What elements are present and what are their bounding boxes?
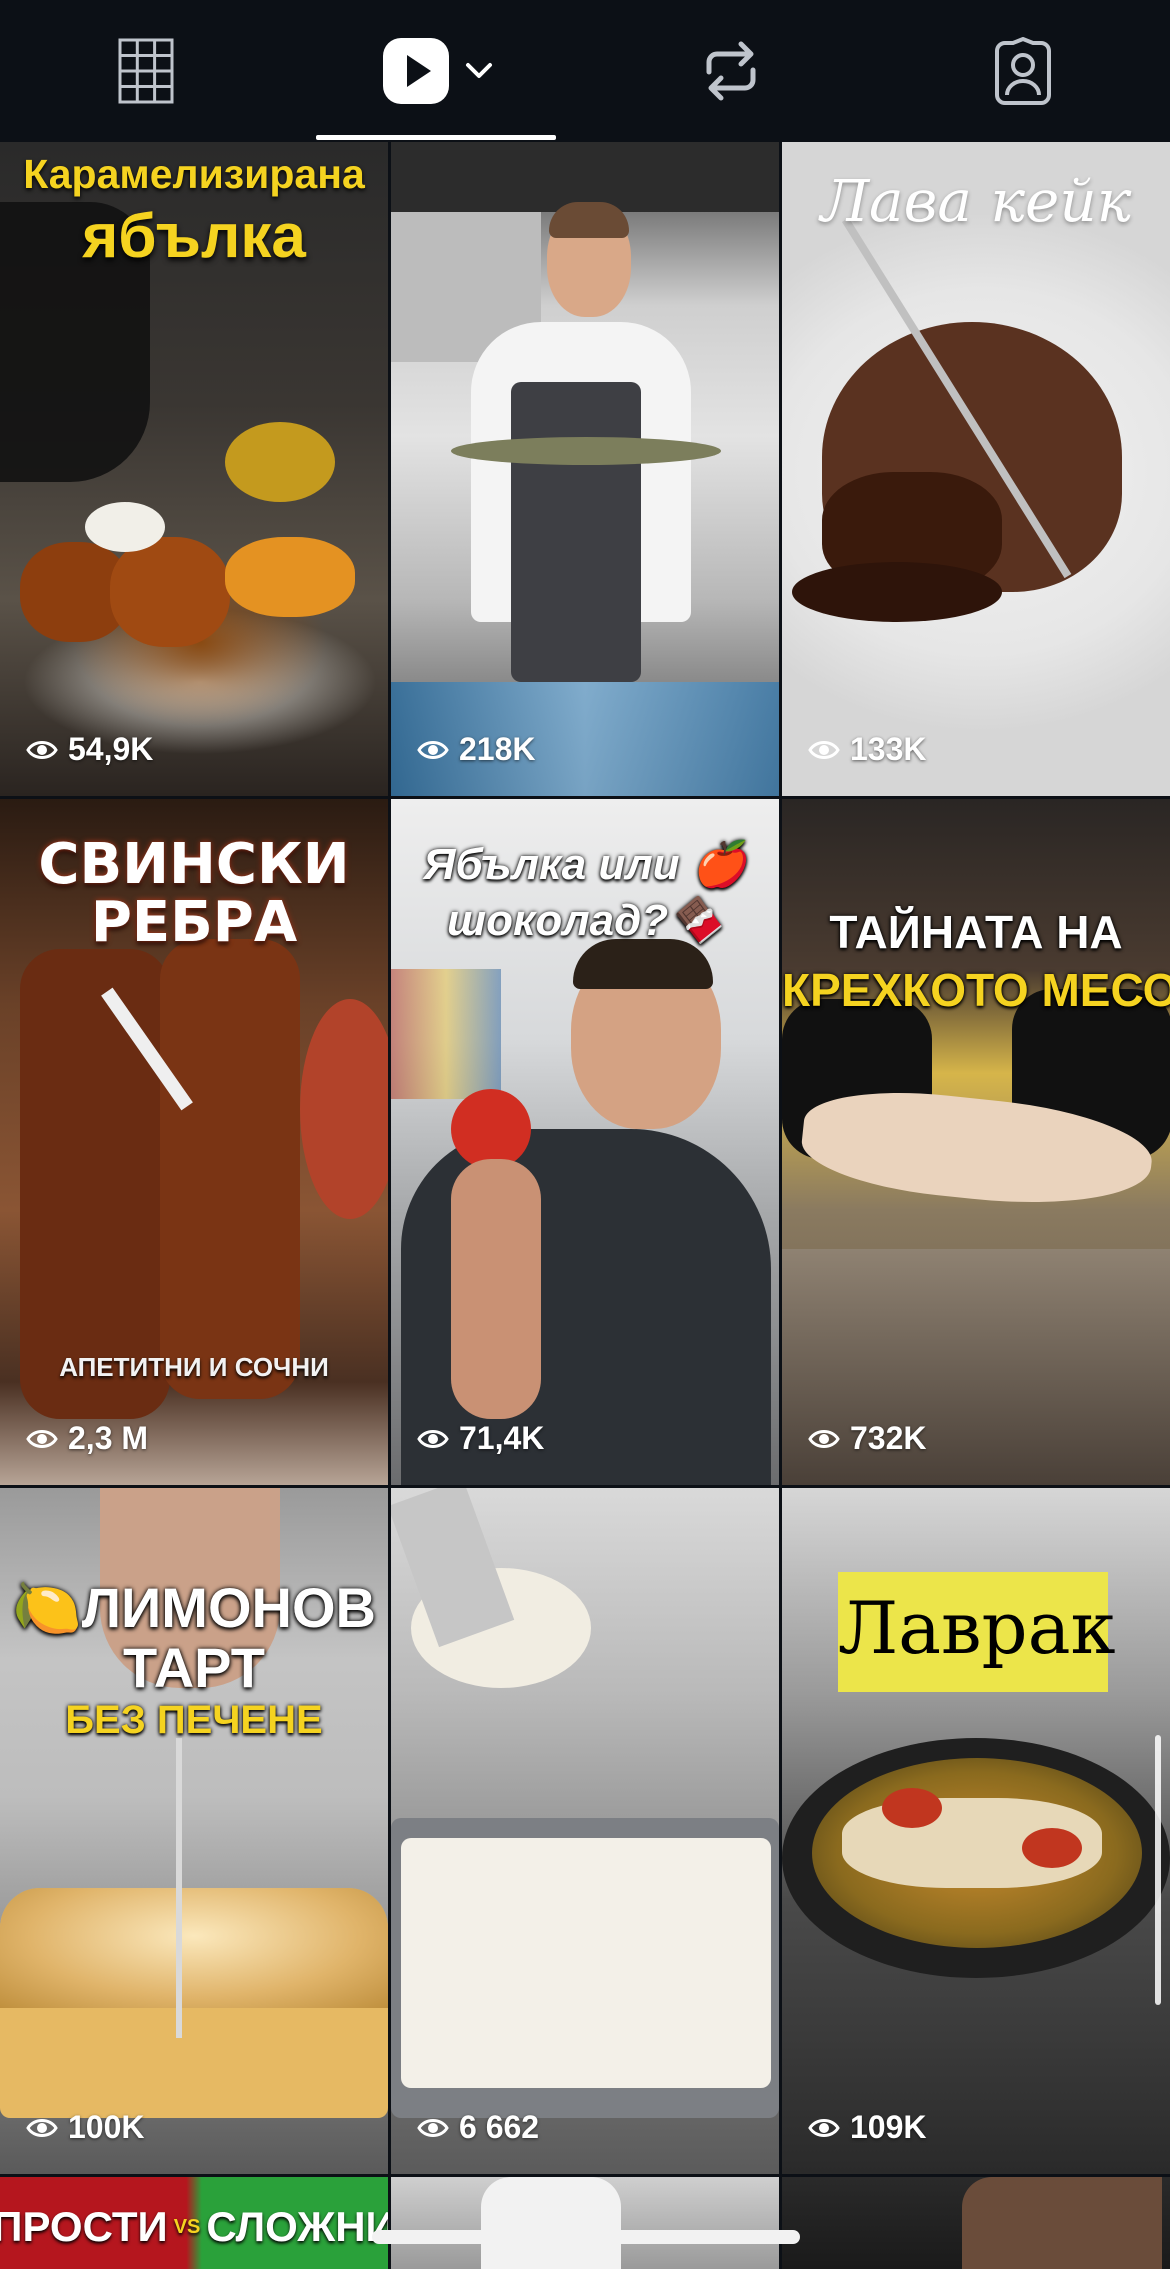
tagged-person-icon — [989, 37, 1057, 105]
active-tab-indicator — [316, 135, 556, 140]
reel-thumbnail-chef-fish[interactable]: 218K — [391, 142, 779, 796]
view-count-value: 218K — [459, 731, 536, 767]
tab-reels[interactable] — [292, 0, 584, 142]
eye-icon — [26, 2115, 58, 2141]
view-count: 6 662 — [417, 2109, 539, 2146]
tab-tagged[interactable] — [877, 0, 1169, 142]
tab-grid[interactable] — [0, 0, 292, 142]
tile-title-left: ПРОСТИ — [0, 2203, 168, 2250]
tile-subtitle: АПЕТИТНИ И СОЧНИ — [59, 1352, 329, 1382]
tile-subtitle: БЕЗ ПЕЧЕНЕ — [65, 1698, 323, 1742]
view-count-value: 133K — [850, 731, 927, 767]
tile-title-line2: шоколад?🍫 — [447, 896, 723, 945]
reel-thumbnail-caramel-apple[interactable]: Карамелизирана ябълка 54,9K — [0, 142, 388, 796]
tile-title-line1: ТАЙНАТА НА — [829, 906, 1123, 958]
view-count-value: 732K — [850, 1420, 927, 1456]
tile-title-right: СЛОЖНИ — [206, 2203, 388, 2250]
reels-play-icon — [383, 38, 449, 104]
view-count: 100K — [26, 2109, 145, 2146]
tile-title-line2: КРЕХКОТО МЕСО — [782, 964, 1170, 1016]
view-count: 109K — [808, 2109, 927, 2146]
eye-icon — [808, 1426, 840, 1452]
tile-title-line1: Лава кейк — [820, 167, 1132, 235]
reel-thumbnail-lemon-tart[interactable]: 🍋ЛИМОНОВ ТАРТ БЕЗ ПЕЧЕНЕ 100K — [0, 1488, 388, 2174]
reels-grid: Карамелизирана ябълка 54,9K 218K Лава ке — [0, 142, 1170, 2269]
chevron-down-icon — [465, 62, 493, 80]
view-count-value: 109K — [850, 2109, 927, 2145]
view-count: 71,4K — [417, 1420, 544, 1457]
reel-thumbnail-simple-vs-complex[interactable]: ПРОСТИ VS СЛОЖНИ — [0, 2177, 388, 2269]
eye-icon — [808, 2115, 840, 2141]
tile-title-vs: VS — [173, 2215, 201, 2238]
view-count-value: 2,3 М — [68, 1420, 149, 1456]
tile-title-line2: ТАРТ — [123, 1636, 265, 1699]
reel-thumbnail-sea-bass[interactable]: Лаврак 109K — [782, 1488, 1170, 2174]
tile-title-row: ПРОСТИ VS СЛОЖНИ — [0, 2203, 388, 2251]
view-count: 218K — [417, 731, 536, 768]
profile-tab-bar — [0, 0, 1170, 142]
view-count: 2,3 М — [26, 1420, 148, 1457]
view-count-value: 6 662 — [459, 2109, 540, 2145]
tile-title-line2: РЕБРА — [90, 890, 298, 955]
reel-thumbnail-row4-right[interactable] — [782, 2177, 1170, 2269]
grid-icon — [118, 38, 174, 104]
eye-icon — [26, 737, 58, 763]
tile-title-line1: Ябълка или 🍎 — [423, 840, 747, 889]
reel-thumbnail-pork-ribs[interactable]: СВИНСКИ РЕБРА АПЕТИТНИ И СОЧНИ 2,3 М — [0, 799, 388, 1485]
reel-thumbnail-row4-middle[interactable] — [391, 2177, 779, 2269]
tile-title-line1: Карамелизирана — [23, 151, 365, 197]
eye-icon — [417, 737, 449, 763]
tile-title-line1: 🍋ЛИМОНОВ — [12, 1576, 376, 1639]
tab-reposts[interactable] — [585, 0, 877, 142]
eye-icon — [417, 2115, 449, 2141]
view-count-value: 100K — [68, 2109, 145, 2145]
tile-title-line1: Лаврак — [838, 1586, 1116, 1670]
reel-thumbnail-tender-meat-secret[interactable]: ТАЙНАТА НА КРЕХКОТО МЕСО 732K — [782, 799, 1170, 1485]
reel-thumbnail-apple-or-chocolate[interactable]: Ябълка или 🍎 шоколад?🍫 71,4K — [391, 799, 779, 1485]
view-count: 133K — [808, 731, 927, 768]
scrollbar[interactable] — [1155, 1735, 1161, 2005]
view-count: 54,9K — [26, 731, 153, 768]
reel-thumbnail-rice[interactable]: 6 662 — [391, 1488, 779, 2174]
tile-title-line2: ябълка — [82, 202, 306, 271]
eye-icon — [808, 737, 840, 763]
home-indicator[interactable] — [372, 2230, 800, 2244]
reel-thumbnail-lava-cake[interactable]: Лава кейк 133K — [782, 142, 1170, 796]
view-count-value: 54,9K — [68, 731, 154, 767]
tile-title-line1: СВИНСКИ — [38, 832, 350, 897]
view-count-value: 71,4K — [459, 1420, 545, 1456]
eye-icon — [26, 1426, 58, 1452]
repost-icon — [701, 38, 761, 104]
view-count: 732K — [808, 1420, 927, 1457]
eye-icon — [417, 1426, 449, 1452]
